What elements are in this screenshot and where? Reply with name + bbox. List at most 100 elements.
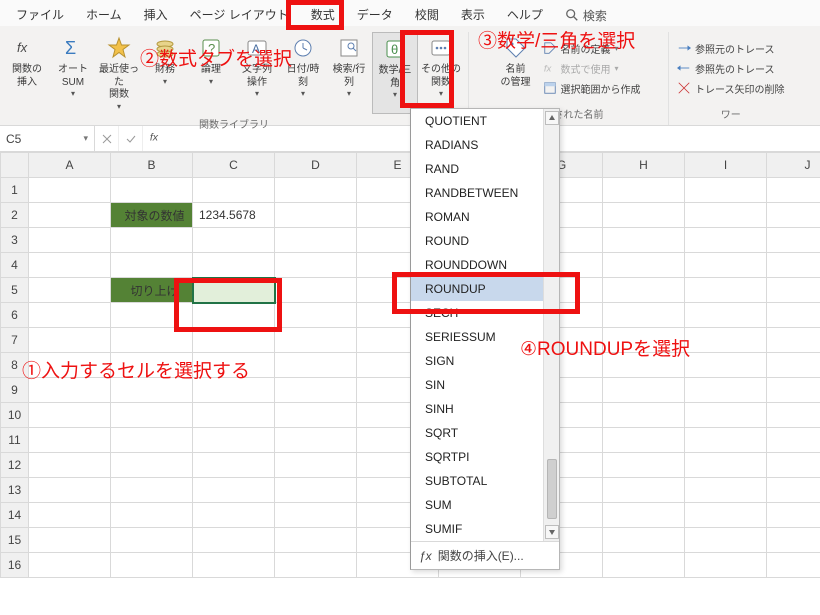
menu-home[interactable]: ホーム: [76, 4, 132, 26]
cell[interactable]: [193, 478, 275, 503]
trace-precedents-button[interactable]: 参照元のトレース: [673, 38, 789, 58]
col-header[interactable]: H: [603, 153, 685, 178]
dropdown-item[interactable]: SUM: [411, 493, 559, 517]
math-trig-button[interactable]: θ 数学/三角▾: [372, 32, 418, 114]
cell[interactable]: [193, 553, 275, 578]
col-header[interactable]: D: [275, 153, 357, 178]
cell[interactable]: [685, 428, 767, 453]
cell[interactable]: [767, 553, 820, 578]
cell[interactable]: [193, 403, 275, 428]
search-box[interactable]: 検索: [565, 4, 607, 26]
define-name-button[interactable]: 名前の定義▾: [539, 38, 645, 58]
cell[interactable]: [275, 303, 357, 328]
cell[interactable]: [111, 178, 193, 203]
cell[interactable]: [193, 353, 275, 378]
row-header[interactable]: 3: [1, 228, 29, 253]
cell[interactable]: [193, 378, 275, 403]
cell[interactable]: [603, 203, 685, 228]
cell[interactable]: [29, 303, 111, 328]
dropdown-item[interactable]: SINH: [411, 397, 559, 421]
cell[interactable]: [275, 353, 357, 378]
menu-data[interactable]: データ: [347, 4, 403, 26]
menu-file[interactable]: ファイル: [6, 4, 74, 26]
cell[interactable]: [767, 453, 820, 478]
dropdown-item[interactable]: SIN: [411, 373, 559, 397]
cell[interactable]: [275, 378, 357, 403]
col-header[interactable]: A: [29, 153, 111, 178]
cell[interactable]: [193, 453, 275, 478]
cell[interactable]: [767, 478, 820, 503]
row-header[interactable]: 11: [1, 428, 29, 453]
cell[interactable]: [685, 328, 767, 353]
menu-review[interactable]: 校閲: [405, 4, 449, 26]
cell[interactable]: [603, 528, 685, 553]
dropdown-item[interactable]: RAND: [411, 157, 559, 181]
cell[interactable]: [29, 503, 111, 528]
cell[interactable]: [603, 403, 685, 428]
cell[interactable]: [685, 403, 767, 428]
cell[interactable]: [767, 303, 820, 328]
autosum-button[interactable]: Σ オート SUM▾: [50, 32, 96, 114]
cell[interactable]: [603, 303, 685, 328]
menu-view[interactable]: 表示: [451, 4, 495, 26]
cell[interactable]: [29, 203, 111, 228]
cell[interactable]: [111, 403, 193, 428]
cell[interactable]: [603, 253, 685, 278]
cell[interactable]: [193, 328, 275, 353]
trace-dependents-button[interactable]: 参照先のトレース: [673, 58, 789, 78]
dropdown-item[interactable]: ROMAN: [411, 205, 559, 229]
cell-b5[interactable]: 切り上げ: [111, 278, 193, 303]
use-in-formula-button[interactable]: fx 数式で使用▾: [539, 58, 645, 78]
menu-insert[interactable]: 挿入: [134, 4, 178, 26]
cell[interactable]: [111, 328, 193, 353]
cell[interactable]: [275, 278, 357, 303]
menu-pagelayout[interactable]: ページ レイアウト: [180, 4, 299, 26]
scroll-down-icon[interactable]: [545, 525, 559, 539]
cell[interactable]: [685, 303, 767, 328]
cell[interactable]: [767, 378, 820, 403]
dropdown-scrollbar[interactable]: [543, 109, 559, 541]
cell[interactable]: [603, 328, 685, 353]
cell[interactable]: [767, 278, 820, 303]
cell[interactable]: [29, 453, 111, 478]
cell[interactable]: [275, 528, 357, 553]
cell[interactable]: [111, 428, 193, 453]
cell[interactable]: [767, 228, 820, 253]
cell[interactable]: [29, 378, 111, 403]
cell[interactable]: [767, 328, 820, 353]
cell[interactable]: [111, 378, 193, 403]
cell-c5-selected[interactable]: [193, 278, 275, 303]
dropdown-item[interactable]: SUBTOTAL: [411, 469, 559, 493]
cell[interactable]: [767, 253, 820, 278]
cell[interactable]: [29, 353, 111, 378]
cell[interactable]: [767, 203, 820, 228]
dropdown-item[interactable]: ROUNDUP: [411, 277, 559, 301]
cell[interactable]: [685, 378, 767, 403]
row-header[interactable]: 4: [1, 253, 29, 278]
cell[interactable]: [603, 503, 685, 528]
dropdown-item[interactable]: RADIANS: [411, 133, 559, 157]
cell[interactable]: [767, 353, 820, 378]
cell[interactable]: [275, 453, 357, 478]
menu-formulas[interactable]: 数式: [301, 4, 345, 26]
cell[interactable]: [603, 228, 685, 253]
row-header[interactable]: 13: [1, 478, 29, 503]
row-header[interactable]: 12: [1, 453, 29, 478]
cell[interactable]: [111, 228, 193, 253]
dropdown-item[interactable]: QUOTIENT: [411, 109, 559, 133]
cell[interactable]: [111, 503, 193, 528]
financial-button[interactable]: 財務▾: [142, 32, 188, 114]
row-header[interactable]: 1: [1, 178, 29, 203]
logical-button[interactable]: ? 論理▾: [188, 32, 234, 114]
cell[interactable]: [767, 528, 820, 553]
select-all-corner[interactable]: [1, 153, 29, 178]
row-header[interactable]: 5: [1, 278, 29, 303]
dropdown-item[interactable]: SIGN: [411, 349, 559, 373]
cell[interactable]: [193, 253, 275, 278]
cell[interactable]: [193, 178, 275, 203]
remove-arrows-button[interactable]: トレース矢印の削除: [673, 78, 789, 98]
row-header[interactable]: 16: [1, 553, 29, 578]
text-button[interactable]: A 文字列 操作▾: [234, 32, 280, 114]
dropdown-item[interactable]: ROUND: [411, 229, 559, 253]
cell[interactable]: [29, 328, 111, 353]
